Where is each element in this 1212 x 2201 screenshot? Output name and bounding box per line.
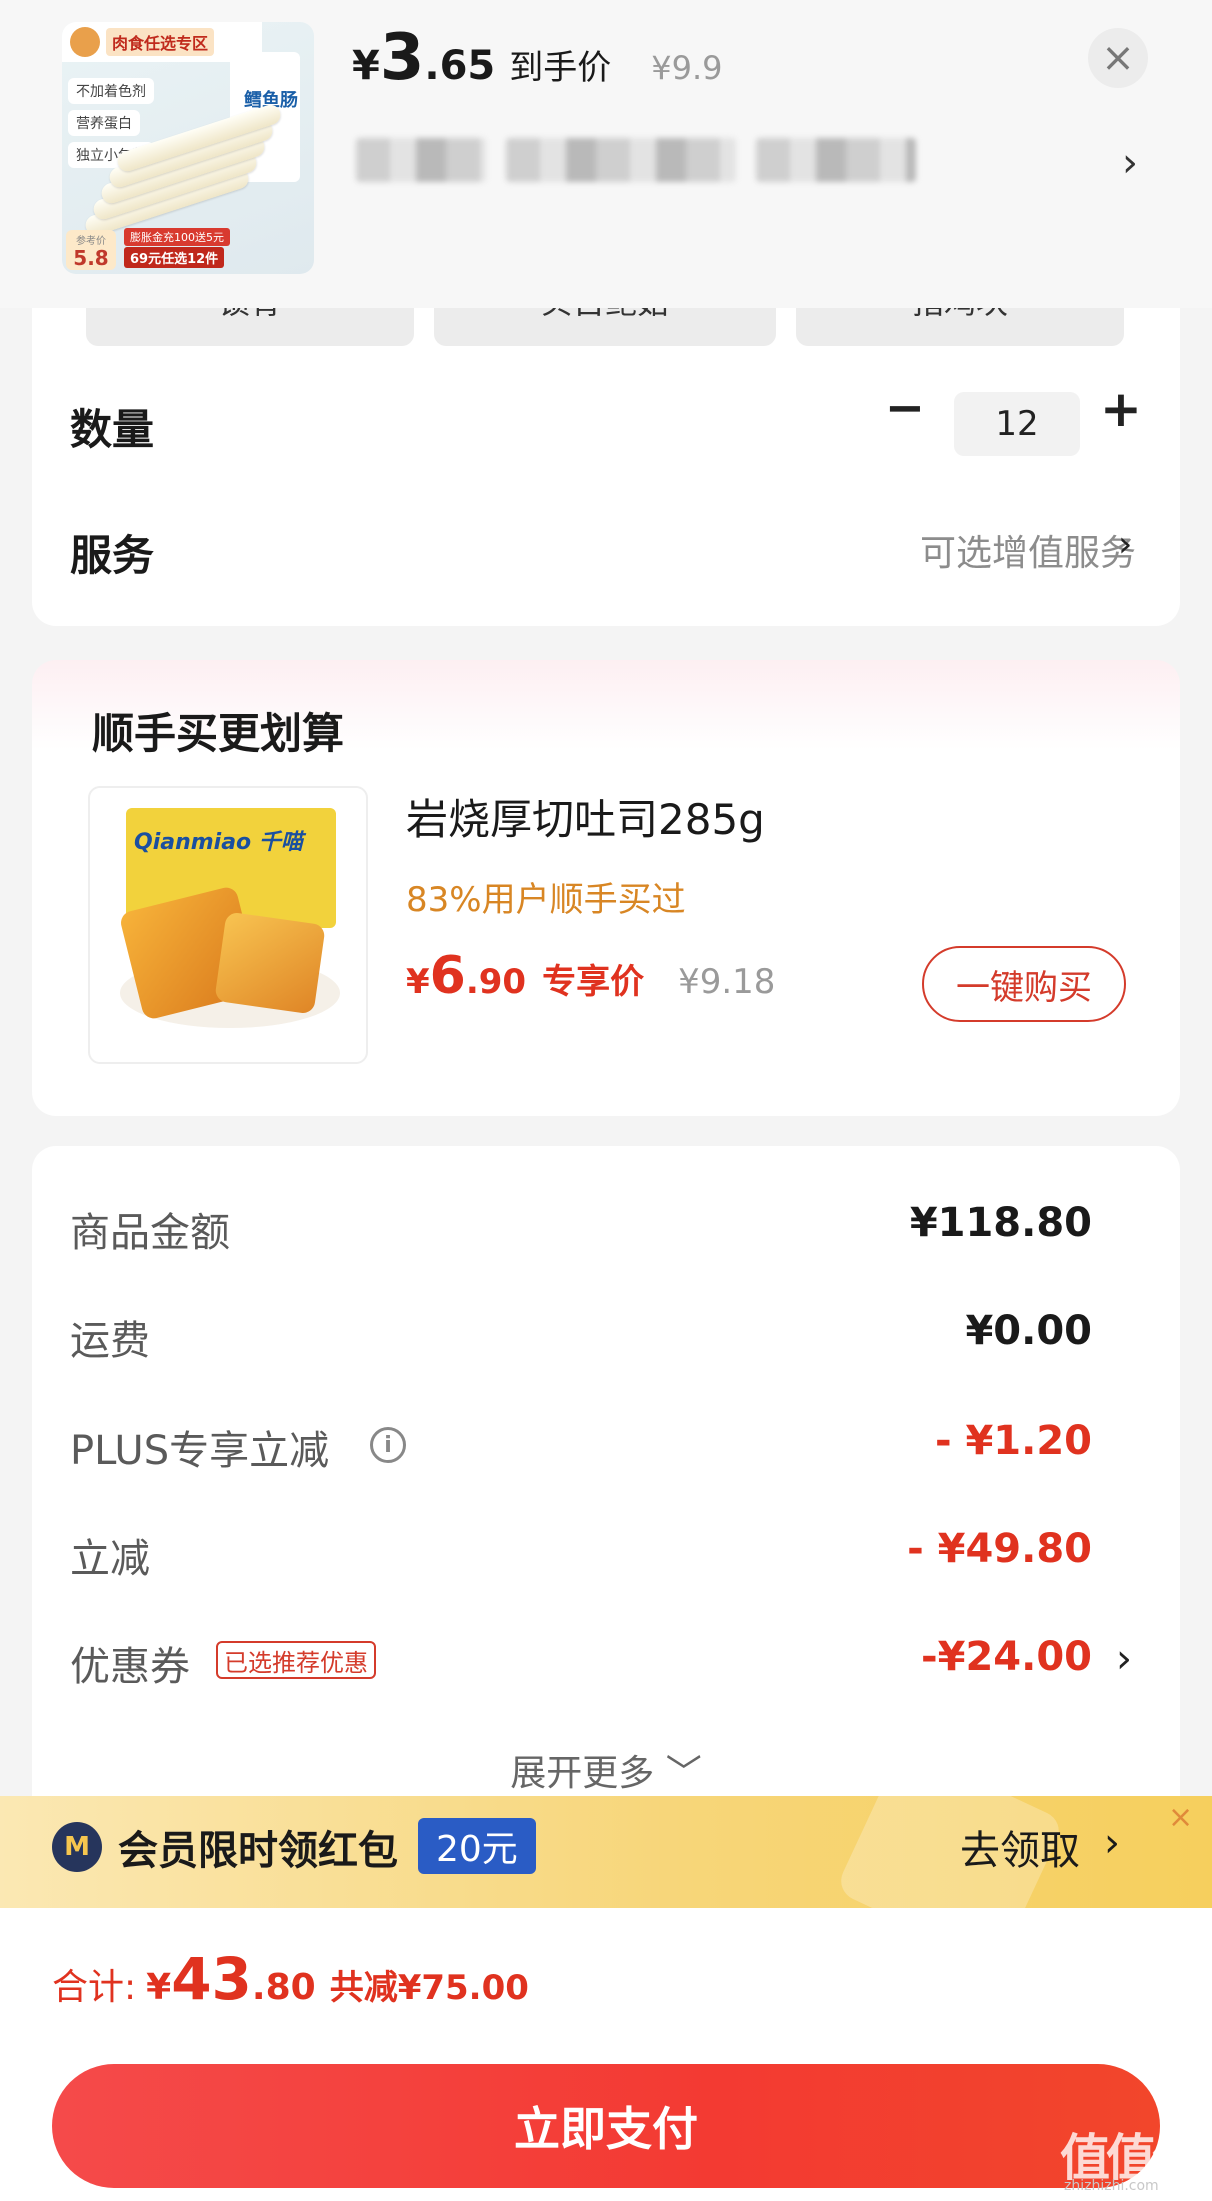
watermark-url: zhizhizhi.com [1064,2178,1159,2194]
quantity-input[interactable]: 12 [954,392,1080,456]
chevron-right-icon[interactable]: › [1118,524,1132,565]
chevron-right-icon[interactable]: › [1122,140,1138,186]
price-integer: 6 [429,946,466,1006]
one-click-buy-button[interactable]: 一键购买 [922,946,1126,1022]
product-header: 肉食任选专区 不加着色剂 营养蛋白 独立小包装 鳕鱼肠 参考价 5.8 膨胀金充… [0,0,1212,308]
original-price: ¥9.9 [651,49,723,87]
member-redpacket-banner[interactable]: M 会员限时领红包 20元 去领取 › × [0,1796,1212,1908]
total-integer: 43 [171,1945,252,2013]
quantity-label: 数量 [70,405,155,454]
fish-sticks-image [82,102,283,242]
price-decimal: .90 [465,962,527,1002]
price-decimal: .65 [424,43,496,89]
reference-price-label: 参考价 [76,236,106,247]
product-thumbnail[interactable]: 肉食任选专区 不加着色剂 营养蛋白 独立小包装 鳕鱼肠 参考价 5.8 膨胀金充… [62,22,314,274]
price-currency: ¥ [352,43,380,89]
redpacket-amount-badge: 20元 [418,1818,536,1874]
banner-text: 会员限时领红包 [118,1828,398,1874]
thumbnail-promo: 69元任选12件 [124,247,225,268]
reference-price-value: 5.8 [73,246,109,270]
thumbnail-promo: 膨胀金充100送5元 [124,228,230,246]
addon-price: ¥ 6 .90 专享价 ¥9.18 [406,950,775,1003]
fee-value[interactable]: -¥24.00 [921,1634,1092,1680]
price-integer: 3 [379,21,425,95]
fee-value: - ¥49.80 [907,1526,1092,1572]
addon-section-title: 顺手买更划算 [92,709,345,758]
fee-label: 运费 [70,1318,150,1364]
total-decimal: .80 [251,1967,316,2008]
thumbnail-tag-text: 肉食任选专区 [106,28,215,56]
total-currency: ¥ [146,1967,172,2008]
total-label: 合计: [52,1967,137,2008]
price-label: 到手价 [509,48,612,88]
reference-price-tag: 参考价 5.8 [66,230,116,270]
fee-value: ¥0.00 [965,1308,1092,1354]
price-label: 专享价 [542,962,645,1002]
fee-label: 商品金额 [70,1210,230,1256]
chevron-right-icon[interactable]: › [1104,1820,1120,1866]
banner-close-icon[interactable]: × [1168,1800,1193,1835]
blurred-selection-text[interactable] [356,138,916,194]
price-currency: ¥ [406,962,430,1002]
close-button[interactable]: × [1088,28,1148,88]
info-icon[interactable]: i [370,1427,406,1463]
vip-crown-icon: M [52,1822,102,1872]
product-box-brand: Qianmiao 千喵 [134,830,303,855]
addon-product-image[interactable]: Qianmiao 千喵 [88,786,368,1064]
original-price: ¥9.18 [678,962,776,1002]
thumbnail-feature: 不加着色剂 [68,78,154,104]
chevron-right-icon[interactable]: › [1116,1636,1132,1682]
final-price: ¥ 3 .65 到手价 ¥9.9 [352,26,722,90]
pay-now-button[interactable]: 立即支付 [52,2064,1160,2188]
service-option-link[interactable]: 可选增值服务 [920,524,1136,576]
addon-product-name[interactable]: 岩烧厚切吐司285g [406,786,765,847]
fee-value: - ¥1.20 [934,1418,1092,1464]
service-label: 服务 [70,531,155,580]
quantity-decrease-button[interactable]: − [880,380,930,436]
addon-user-stat: 83%用户顺手买过 [406,880,686,920]
fee-label: 立减 [70,1536,150,1582]
fee-value: ¥118.80 [909,1200,1092,1246]
fee-label[interactable]: 优惠券 [70,1634,190,1692]
quantity-increase-button[interactable]: + [1096,380,1146,438]
close-icon: × [1101,35,1135,81]
brand-logo-icon [70,27,100,57]
total-savings: 共减¥75.00 [329,1968,529,2008]
expand-more-button[interactable]: 展开更多 ﹀ [0,1744,1212,1796]
fee-label: PLUS专享立减 [70,1428,330,1474]
order-total: 合计: ¥ 43 .80 共减¥75.00 [52,1950,529,2010]
claim-link[interactable]: 去领取 [960,1818,1080,1876]
coupon-recommended-badge: 已选推荐优惠 [216,1641,376,1679]
